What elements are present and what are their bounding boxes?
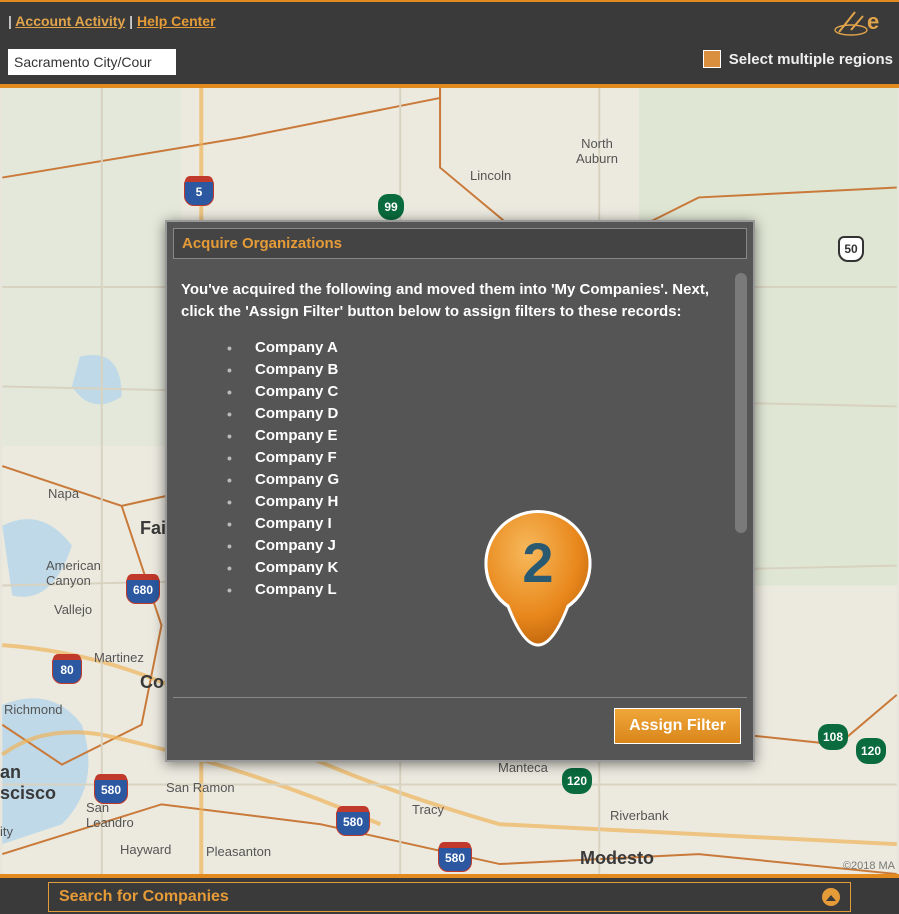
shield-sr108: 108 <box>818 724 848 750</box>
shield-sr99: 99 <box>378 194 404 220</box>
list-item: Company C <box>227 381 739 403</box>
help-center-link[interactable]: Help Center <box>137 13 216 29</box>
modal-intro-text: You've acquired the following and moved … <box>181 279 739 323</box>
brand-logo: e <box>833 8 893 36</box>
city-lincoln: Lincoln <box>470 168 511 183</box>
city-north-auburn: NorthAuburn <box>576 136 618 166</box>
list-item: Company A <box>227 337 739 359</box>
header-links: | Account Activity | Help Center <box>8 13 216 29</box>
logo-letter: e <box>867 9 879 35</box>
list-item: Company I <box>227 513 739 535</box>
city-tracy: Tracy <box>412 802 444 817</box>
modal-footer: Assign Filter <box>173 697 747 754</box>
checkbox-icon[interactable] <box>703 50 721 68</box>
city-vallejo: Vallejo <box>54 602 92 617</box>
city-martinez: Martinez <box>94 650 144 665</box>
city-san-francisco: anscisco <box>0 762 56 804</box>
region-input[interactable] <box>8 49 176 75</box>
city-san-leandro: SanLeandro <box>86 800 134 830</box>
city-san-ramon: San Ramon <box>166 780 235 795</box>
modal-body: You've acquired the following and moved … <box>167 265 753 691</box>
list-item: Company L <box>227 579 739 601</box>
shield-i680: 680 <box>126 576 160 604</box>
shield-sr120-b: 120 <box>562 768 592 794</box>
city-ity: ity <box>0 824 13 839</box>
city-hayward: Hayward <box>120 842 171 857</box>
list-item: Company D <box>227 403 739 425</box>
city-pleasanton: Pleasanton <box>206 844 271 859</box>
city-modesto: Modesto <box>580 848 654 869</box>
city-american-canyon: AmericanCanyon <box>46 558 101 588</box>
city-concord: Co <box>140 672 164 693</box>
assign-filter-button[interactable]: Assign Filter <box>614 708 741 744</box>
bottom-bar: Search for Companies <box>0 874 899 914</box>
search-panel[interactable]: Search for Companies <box>48 882 851 912</box>
shield-i5: 5 <box>184 178 214 206</box>
collapse-icon[interactable] <box>822 888 840 906</box>
logo-icon <box>833 8 869 36</box>
shield-i580-c: 580 <box>438 844 472 872</box>
shield-i580-b: 580 <box>336 808 370 836</box>
map-attribution: ©2018 MA <box>843 860 895 872</box>
city-riverbank: Riverbank <box>610 808 669 823</box>
modal-title: Acquire Organizations <box>173 228 747 259</box>
acquire-modal: Acquire Organizations You've acquired th… <box>165 220 755 762</box>
toolbar-row: Select multiple regions <box>0 40 899 84</box>
shield-sr120-a: 120 <box>856 738 886 764</box>
shield-i80: 80 <box>52 656 82 684</box>
shield-us50: 50 <box>838 236 864 262</box>
shield-i580-a: 580 <box>94 776 128 804</box>
search-label: Search for Companies <box>59 888 229 906</box>
city-manteca: Manteca <box>498 760 548 775</box>
account-activity-link[interactable]: Account Activity <box>15 13 125 29</box>
list-item: Company E <box>227 425 739 447</box>
list-item: Company H <box>227 491 739 513</box>
list-item: Company J <box>227 535 739 557</box>
list-item: Company B <box>227 359 739 381</box>
map-container[interactable]: NorthAuburn Lincoln Napa Fai AmericanCan… <box>0 84 899 874</box>
list-item: Company G <box>227 469 739 491</box>
separator-mid: | <box>129 13 137 29</box>
header-bar: | Account Activity | Help Center e <box>0 0 899 40</box>
multi-region-toggle[interactable]: Select multiple regions <box>703 50 893 68</box>
multi-region-label: Select multiple regions <box>729 51 893 68</box>
list-item: Company K <box>227 557 739 579</box>
modal-scrollbar[interactable] <box>735 273 747 533</box>
city-napa: Napa <box>48 486 79 501</box>
city-richmond: Richmond <box>4 702 63 717</box>
city-fairfield: Fai <box>140 518 166 539</box>
company-list: Company A Company B Company C Company D … <box>181 337 739 601</box>
list-item: Company F <box>227 447 739 469</box>
